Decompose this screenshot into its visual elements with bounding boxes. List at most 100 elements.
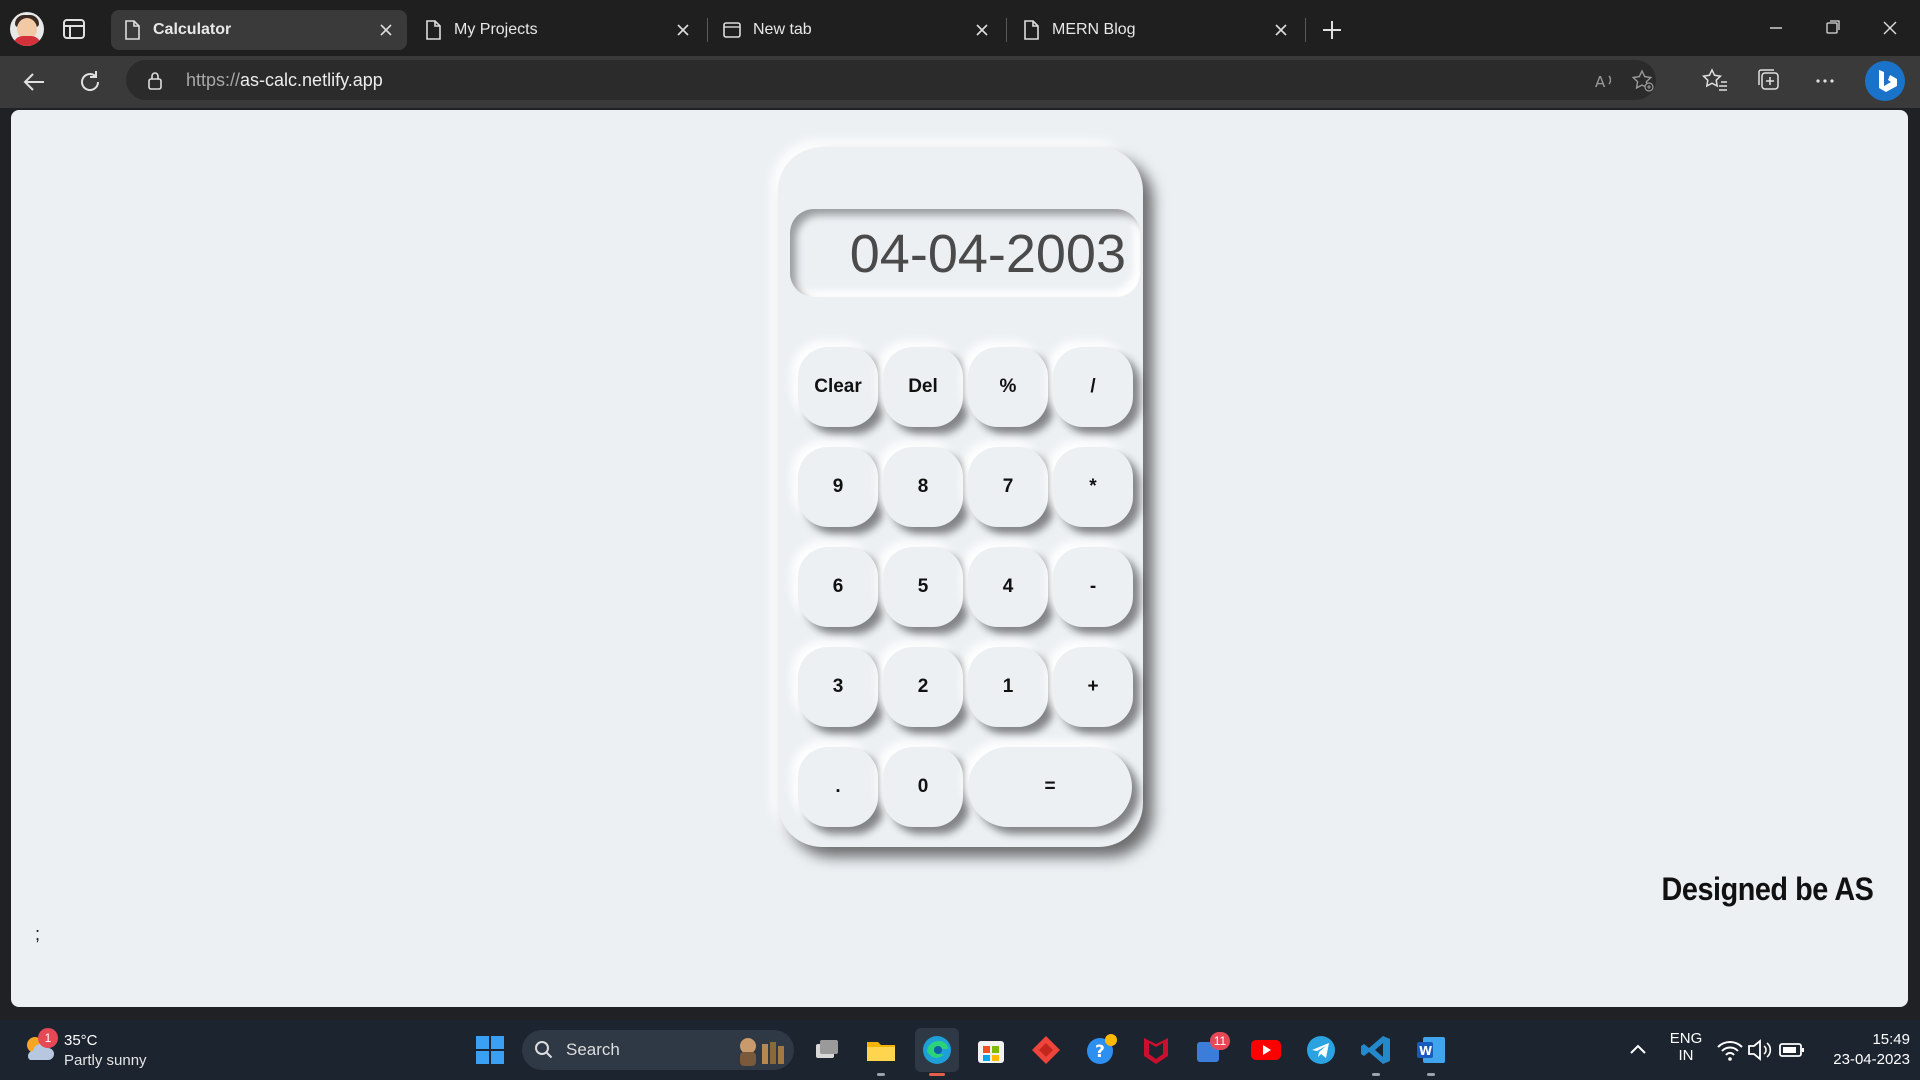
back-arrow-icon[interactable] — [18, 66, 50, 98]
close-tab-icon[interactable] — [375, 19, 397, 41]
tab-label: New tab — [753, 21, 812, 38]
file-explorer-icon[interactable] — [863, 1032, 899, 1068]
key-equals[interactable]: = — [968, 747, 1132, 827]
clock-time: 15:49 — [1872, 1031, 1910, 1048]
key-3[interactable]: 3 — [798, 647, 878, 727]
search-icon — [535, 1041, 553, 1059]
minimize-icon[interactable] — [1761, 14, 1791, 42]
wifi-icon[interactable] — [1715, 1032, 1745, 1068]
weather-badge: 1 — [38, 1028, 58, 1048]
tab-mern-blog[interactable]: MERN Blog — [1010, 10, 1302, 50]
refresh-icon[interactable] — [74, 66, 106, 98]
close-tab-icon[interactable] — [672, 19, 694, 41]
vscode-icon[interactable] — [1358, 1032, 1394, 1068]
add-favorite-star-icon[interactable] — [1630, 68, 1656, 94]
key-percent[interactable]: % — [968, 347, 1048, 427]
clock-date: 23-04-2023 — [1833, 1051, 1910, 1068]
weather-widget[interactable]: 1 35°C Partly sunny — [20, 1028, 170, 1074]
new-tab-plus-icon[interactable] — [1318, 16, 1346, 44]
tab-label: MERN Blog — [1052, 21, 1136, 38]
region-code: IN — [1678, 1047, 1694, 1064]
youtube-icon[interactable] — [1248, 1032, 1284, 1068]
key-divide[interactable]: / — [1053, 347, 1133, 427]
running-indicator — [877, 1073, 885, 1076]
collections-icon[interactable] — [1755, 66, 1785, 96]
taskbar-search[interactable]: Search — [522, 1030, 794, 1070]
url-host: as-calc.netlify.app — [240, 70, 383, 90]
url-text[interactable]: https://as-calc.netlify.app — [186, 70, 383, 91]
search-highlight-art-icon — [740, 1038, 784, 1066]
running-indicator — [1427, 1073, 1435, 1076]
tab-new-tab[interactable]: New tab — [711, 10, 1003, 50]
key-subtract[interactable]: - — [1053, 547, 1133, 627]
calculator: 04-04-2003 Clear Del % / 9 8 7 * 6 5 4 -… — [778, 147, 1143, 847]
key-8[interactable]: 8 — [883, 447, 963, 527]
get-help-icon[interactable]: ? — [1083, 1032, 1119, 1068]
microsoft-store-icon[interactable] — [973, 1032, 1009, 1068]
key-2[interactable]: 2 — [883, 647, 963, 727]
bing-copilot-icon[interactable] — [1865, 61, 1905, 101]
key-add[interactable]: + — [1053, 647, 1133, 727]
url-scheme: https:// — [186, 70, 241, 90]
page-icon — [426, 20, 441, 40]
battery-icon[interactable] — [1777, 1032, 1807, 1068]
browser-tab-bar: Calculator My Projects New tab MERN Blog — [0, 0, 1920, 56]
key-5[interactable]: 5 — [883, 547, 963, 627]
key-0[interactable]: 0 — [883, 747, 963, 827]
key-4[interactable]: 4 — [968, 547, 1048, 627]
svg-text:?: ? — [1095, 1042, 1105, 1062]
svg-text:A: A — [1595, 73, 1606, 91]
mcafee-icon[interactable] — [1138, 1032, 1174, 1068]
key-clear[interactable]: Clear — [798, 347, 878, 427]
chevron-up-icon[interactable] — [1620, 1032, 1656, 1068]
telegram-icon[interactable] — [1303, 1032, 1339, 1068]
tab-my-projects[interactable]: My Projects — [412, 10, 704, 50]
key-decimal[interactable]: . — [798, 747, 878, 827]
key-multiply[interactable]: * — [1053, 447, 1133, 527]
tab-actions-icon[interactable] — [62, 18, 86, 40]
active-indicator — [929, 1073, 945, 1076]
lock-icon[interactable] — [146, 70, 164, 90]
calculator-display: 04-04-2003 — [790, 209, 1140, 297]
key-9[interactable]: 9 — [798, 447, 878, 527]
more-options-icon[interactable] — [1810, 66, 1840, 96]
display-value: 04-04-2003 — [849, 224, 1126, 284]
address-bar[interactable]: https://as-calc.netlify.app A — [126, 60, 1656, 100]
tab-label: Calculator — [153, 21, 232, 38]
weather-condition: Partly sunny — [64, 1052, 147, 1069]
anydesk-icon[interactable] — [1028, 1032, 1064, 1068]
browser-toolbar: https://as-calc.netlify.app A — [0, 56, 1920, 108]
svg-text:W: W — [1419, 1044, 1432, 1058]
close-tab-icon[interactable] — [1270, 19, 1292, 41]
close-tab-icon[interactable] — [971, 19, 993, 41]
edge-browser-icon[interactable] — [919, 1032, 955, 1068]
key-delete[interactable]: Del — [883, 347, 963, 427]
profile-avatar[interactable] — [10, 12, 44, 46]
windows-start-icon[interactable] — [472, 1032, 508, 1068]
read-aloud-icon[interactable]: A — [1592, 68, 1618, 94]
close-window-icon[interactable] — [1875, 14, 1905, 42]
restore-icon[interactable] — [1818, 14, 1848, 42]
favorites-icon[interactable] — [1700, 66, 1730, 96]
tab-separator — [1305, 18, 1306, 42]
key-6[interactable]: 6 — [798, 547, 878, 627]
page-viewport: 04-04-2003 Clear Del % / 9 8 7 * 6 5 4 -… — [11, 110, 1908, 1007]
page-icon — [125, 20, 140, 40]
stray-text: ; — [35, 924, 41, 944]
new-tab-page-icon — [723, 22, 741, 38]
volume-icon[interactable] — [1745, 1032, 1775, 1068]
key-1[interactable]: 1 — [968, 647, 1048, 727]
microsoft-word-icon[interactable]: W — [1413, 1032, 1449, 1068]
tab-separator — [707, 18, 708, 42]
task-view-icon[interactable] — [808, 1032, 844, 1068]
tab-label: My Projects — [454, 21, 538, 38]
windows-taskbar: 1 35°C Partly sunny Search ? 11 W ENG IN… — [0, 1020, 1920, 1080]
tab-calculator[interactable]: Calculator — [111, 10, 407, 50]
weather-temperature: 35°C — [64, 1032, 98, 1049]
key-7[interactable]: 7 — [968, 447, 1048, 527]
system-clock[interactable]: 15:49 23-04-2023 — [1810, 1030, 1910, 1070]
language-code: ENG — [1669, 1030, 1703, 1047]
page-icon — [1024, 20, 1039, 40]
language-indicator[interactable]: ENG IN — [1665, 1030, 1707, 1064]
designer-credit: Designed be AS — [1661, 871, 1873, 907]
